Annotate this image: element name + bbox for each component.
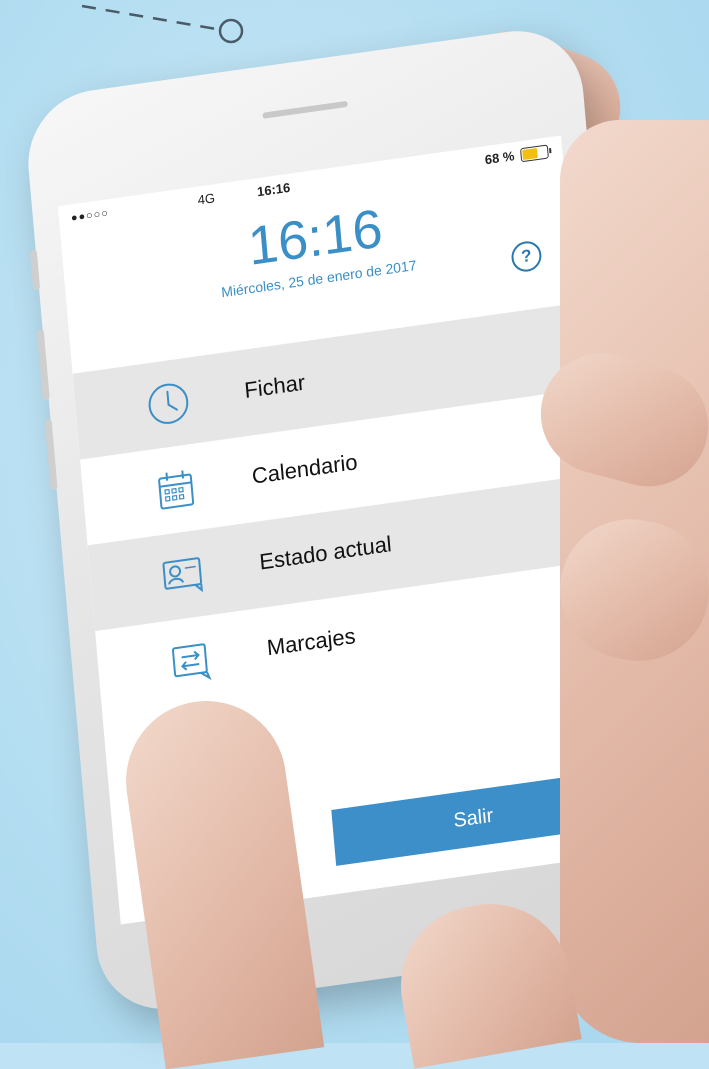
status-time: 16:16 (256, 179, 291, 200)
main-menu: Fichar Calendario Estado actual Marcajes (72, 303, 606, 717)
network-type: 4G (197, 190, 216, 208)
signal-strength: ●●○○○ (70, 207, 110, 225)
menu-item-label: Marcajes (265, 623, 357, 661)
battery-icon (520, 144, 549, 163)
menu-item-label: Estado actual (258, 531, 393, 575)
user-status-icon (162, 557, 203, 593)
battery-percent: 68 % (484, 148, 515, 168)
menu-item-label: Fichar (243, 369, 307, 404)
calendar-icon (158, 470, 195, 510)
clock-icon (148, 383, 189, 424)
battery-fill (522, 147, 538, 161)
swap-arrows-icon (171, 643, 212, 681)
menu-item-label: Calendario (250, 449, 359, 489)
